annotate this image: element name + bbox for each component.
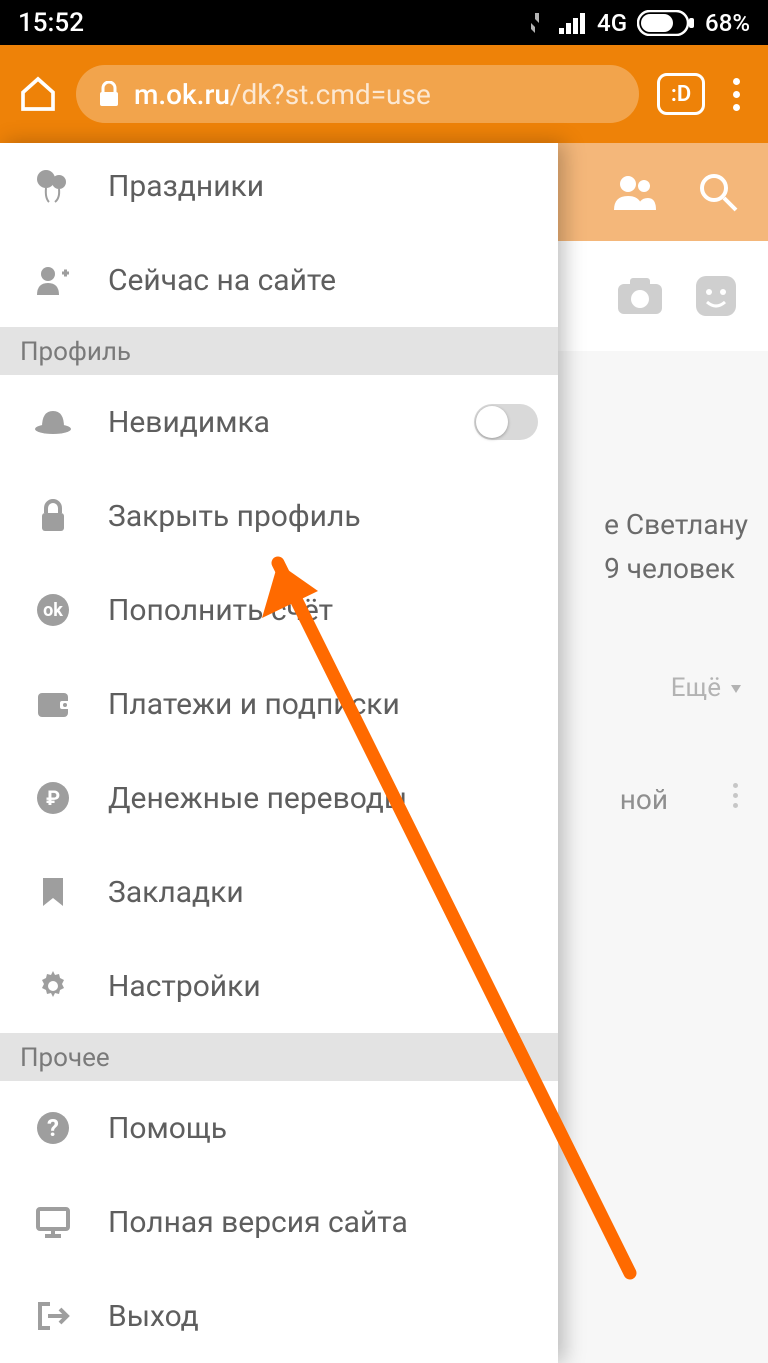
side-drawer: Рекламный кабинет Праздники Сейчас на са… [0,143,558,1363]
signal-icon [559,12,587,34]
sidebar-item-online-now[interactable]: Сейчас на сайте [0,233,558,327]
sidebar-item-label: Платежи и подписки [108,687,538,722]
sidebar-item-label: Сейчас на сайте [108,263,538,298]
bg-more-link[interactable]: Ещё [671,673,743,703]
user-plus-icon [30,265,76,295]
section-header-other: Прочее [0,1033,558,1081]
sync-icon [529,11,549,35]
sidebar-item-invisible[interactable]: Невидимка [0,375,558,469]
lock-icon [30,499,76,533]
monitor-icon [30,1206,76,1238]
browser-menu-icon[interactable] [723,78,750,111]
browser-toolbar: m.ok.ru/dk?st.cmd=use :D [0,45,768,143]
camera-icon[interactable] [616,276,664,316]
status-right: 4G 68% [529,9,750,37]
sidebar-item-payments[interactable]: Платежи и подписки [0,657,558,751]
ruble-icon: ₽ [30,781,76,815]
lock-icon [98,81,120,107]
gear-icon [30,969,76,1003]
invisible-toggle[interactable] [474,404,538,440]
friends-icon[interactable] [612,174,658,210]
tabs-button[interactable]: :D [657,73,705,115]
sidebar-item-help[interactable]: ? Помощь [0,1081,558,1175]
battery-icon [637,10,695,36]
sidebar-item-label: Пополнить счёт [108,593,538,628]
sidebar-item-close-profile[interactable]: Закрыть профиль [0,469,558,563]
search-icon[interactable] [698,172,738,212]
sidebar-item-label: Денежные переводы [108,781,538,816]
exit-icon [30,1300,76,1332]
bg-text-snippet: е Светлану 9 человек [604,503,748,591]
url-text: m.ok.ru/dk?st.cmd=use [134,78,431,111]
sidebar-item-label: Закладки [108,875,538,910]
sidebar-item-topup[interactable]: ok Пополнить счёт [0,563,558,657]
svg-text:?: ? [47,1114,59,1142]
bookmark-icon [30,876,76,908]
wallet-icon [30,689,76,719]
sidebar-item-settings[interactable]: Настройки [0,939,558,1033]
hat-icon [30,409,76,435]
sidebar-item-bookmarks[interactable]: Закладки [0,845,558,939]
sidebar-item-label: Помощь [108,1111,538,1146]
home-icon[interactable] [18,74,58,114]
balloons-icon [30,168,76,204]
network-type: 4G [597,9,627,37]
sidebar-item-label: Праздники [108,169,538,204]
help-icon: ? [30,1111,76,1145]
sidebar-item-label: Невидимка [108,405,442,440]
sidebar-item-label: Полная версия сайта [108,1205,538,1240]
battery-percent: 68% [705,9,750,37]
bg-text-snippet2: ной [620,783,668,816]
sidebar-item-money-transfers[interactable]: ₽ Денежные переводы [0,751,558,845]
section-header-profile: Профиль [0,327,558,375]
ok-coin-icon: ok [30,593,76,627]
sidebar-item-label: Настройки [108,969,538,1004]
svg-text:ok: ok [43,600,63,621]
status-bar: 15:52 4G 68% [0,0,768,45]
status-time: 15:52 [18,8,84,38]
sidebar-item-holidays[interactable]: Праздники [0,143,558,233]
sidebar-item-label: Выход [108,1299,538,1334]
sidebar-item-desktop-version[interactable]: Полная версия сайта [0,1175,558,1269]
sidebar-item-label: Закрыть профиль [108,499,538,534]
sidebar-item-logout[interactable]: Выход [0,1269,558,1363]
url-bar[interactable]: m.ok.ru/dk?st.cmd=use [76,65,639,123]
sticker-icon[interactable] [694,274,738,318]
svg-text:₽: ₽ [46,786,60,810]
bg-more-dots[interactable] [733,783,738,808]
